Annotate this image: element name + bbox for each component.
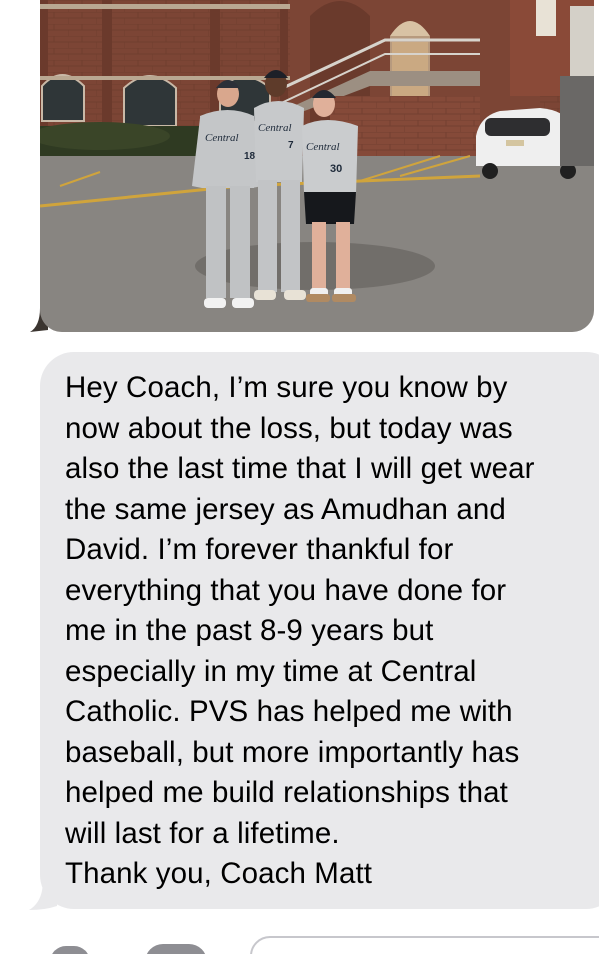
photo-message[interactable]: Central 18 Central 7 Central 30 bbox=[40, 0, 594, 332]
message-body: Hey Coach, I’m sure you know by now abou… bbox=[65, 371, 535, 890]
messages-thread: Central 18 Central 7 Central 30 Hey Coac… bbox=[0, 0, 599, 954]
svg-text:Central: Central bbox=[258, 122, 292, 134]
svg-text:7: 7 bbox=[288, 140, 294, 151]
svg-text:18: 18 bbox=[244, 151, 256, 162]
svg-text:Central: Central bbox=[205, 132, 239, 144]
message-input[interactable] bbox=[250, 936, 599, 954]
svg-text:30: 30 bbox=[330, 163, 342, 175]
team-photo-image: Central 18 Central 7 Central 30 bbox=[40, 0, 594, 332]
svg-text:Central: Central bbox=[306, 141, 340, 153]
app-store-icon[interactable] bbox=[145, 944, 207, 954]
